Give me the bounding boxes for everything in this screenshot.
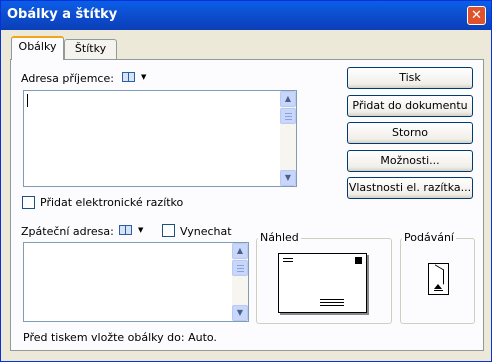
electronic-stamp-label[interactable]: Přidat elektronické razítko <box>40 196 183 209</box>
omit-checkbox[interactable] <box>162 224 175 237</box>
feed-preview[interactable] <box>428 263 449 295</box>
envelopes-dialog: Obálky a štítky ✕ Obálky Štítky Adresa p… <box>0 0 492 362</box>
electronic-stamp-checkbox[interactable] <box>22 196 35 209</box>
return-scrollbar[interactable]: ▲ ▼ <box>232 243 248 321</box>
scroll-up-icon[interactable]: ▲ <box>280 91 296 107</box>
cancel-button-label: Storno <box>391 126 429 139</box>
feed-arrow-icon <box>434 284 442 289</box>
cancel-button[interactable]: Storno <box>347 122 473 144</box>
add-to-document-button[interactable]: Přidat do dokumentu <box>347 95 473 117</box>
envelopes-tab-panel: Adresa příjemce: ▼ ▲ ▼ Přidat elektronic… <box>10 59 484 351</box>
scroll-down-icon[interactable]: ▼ <box>280 170 296 186</box>
envelope-feed-icon <box>435 264 444 285</box>
return-address-input[interactable]: ▲ ▼ <box>23 242 249 322</box>
scroll-thumb[interactable] <box>280 108 296 124</box>
address-book-icon[interactable] <box>119 225 132 235</box>
chevron-down-icon[interactable]: ▼ <box>138 226 143 234</box>
address-book-icon[interactable] <box>122 72 135 82</box>
close-icon: ✕ <box>471 8 482 23</box>
stamp-properties-label: Vlastnosti el. razítka... <box>348 181 472 194</box>
scroll-thumb[interactable] <box>232 260 248 276</box>
feed-title: Podávání <box>402 231 456 244</box>
title-bar[interactable]: Obálky a štítky ✕ <box>1 1 491 30</box>
status-text: Před tiskem vložte obálky do: Auto. <box>23 331 217 344</box>
envelope-preview[interactable] <box>278 253 367 313</box>
tab-envelopes[interactable]: Obálky <box>11 36 64 60</box>
options-button[interactable]: Možnosti... <box>347 150 473 172</box>
window-title: Obálky a štítky <box>7 7 118 22</box>
text-cursor <box>27 94 28 107</box>
recipient-label: Adresa příjemce: <box>21 72 114 85</box>
recipient-address-input[interactable]: ▲ ▼ <box>23 90 297 187</box>
omit-label[interactable]: Vynechat <box>180 225 232 238</box>
tab-envelopes-label: Obálky <box>18 40 57 53</box>
recipient-scrollbar[interactable]: ▲ ▼ <box>280 91 296 186</box>
stamp-properties-button[interactable]: Vlastnosti el. razítka... <box>347 177 473 199</box>
close-button[interactable]: ✕ <box>467 6 486 25</box>
tab-labels[interactable]: Štítky <box>64 39 117 59</box>
scroll-down-icon[interactable]: ▼ <box>232 305 248 321</box>
preview-title: Náhled <box>258 231 301 244</box>
stamp-icon <box>355 257 362 264</box>
print-button[interactable]: Tisk <box>347 67 473 89</box>
return-address-label: Zpáteční adresa: <box>21 225 114 238</box>
scroll-up-icon[interactable]: ▲ <box>232 243 248 259</box>
add-to-document-label: Přidat do dokumentu <box>352 99 468 112</box>
options-button-label: Možnosti... <box>380 154 440 167</box>
chevron-down-icon[interactable]: ▼ <box>141 73 146 81</box>
tab-labels-label: Štítky <box>74 42 107 55</box>
print-button-label: Tisk <box>399 71 421 84</box>
